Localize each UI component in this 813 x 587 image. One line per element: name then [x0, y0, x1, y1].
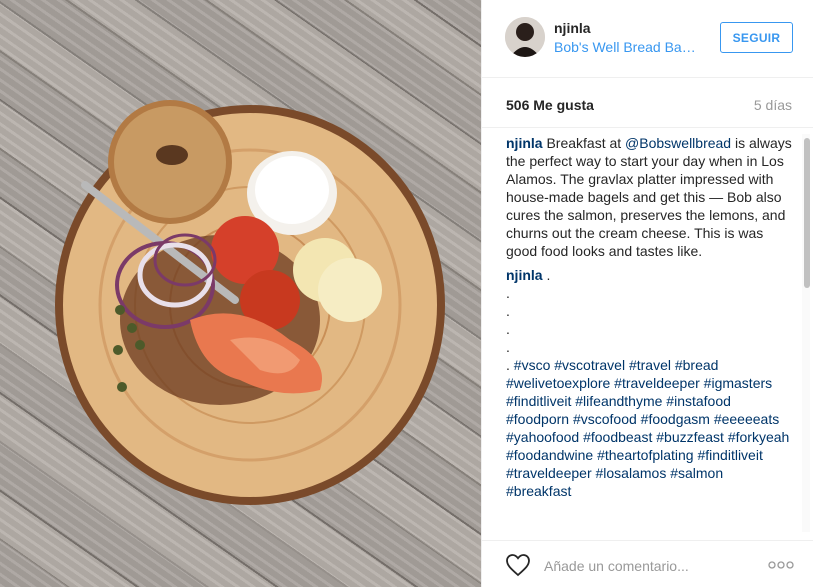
caption-text-before: Breakfast at [542, 135, 626, 151]
comment-username[interactable]: njinla [506, 267, 543, 283]
dot-line: . [506, 339, 510, 355]
hashtag-prefix: . [506, 357, 514, 373]
caption-username[interactable]: njinla [506, 135, 543, 151]
comment-first-line: . [542, 267, 551, 283]
heart-outline-icon[interactable] [505, 553, 531, 577]
post-location[interactable]: Bob's Well Bread Bakery [554, 39, 702, 55]
avatar-image [505, 17, 545, 57]
likes-count[interactable]: 506 Me gusta [506, 97, 594, 113]
comments-scrollbar-thumb[interactable] [804, 138, 810, 288]
post-photo[interactable] [0, 0, 481, 587]
hashtags[interactable]: #vsco #vscotravel #travel #bread #welive… [506, 357, 789, 499]
post-timestamp[interactable]: 5 días [754, 97, 792, 113]
dot-line: . [506, 303, 510, 319]
post-details-panel: njinla Bob's Well Bread Bakery SEGUIR 50… [481, 0, 813, 587]
add-comment-input[interactable] [544, 556, 754, 576]
breakfast-platter-image [55, 100, 445, 505]
post-username[interactable]: njinla [554, 20, 591, 36]
dot-line: . [506, 321, 510, 337]
avatar[interactable] [505, 17, 545, 57]
dot-line: . [506, 285, 510, 301]
caption-text-after: is always the perfect way to start your … [506, 135, 792, 259]
post-header: njinla Bob's Well Bread Bakery SEGUIR [482, 0, 813, 78]
follow-button[interactable]: SEGUIR [720, 22, 793, 53]
caption-mention[interactable]: @Bobswellbread [625, 135, 731, 151]
hashtag-comment: njinla . . . . . . #vsco #vscotravel #tr… [506, 266, 792, 500]
comment-footer [482, 540, 813, 587]
more-options-icon[interactable] [767, 555, 795, 575]
caption-comment: njinla Breakfast at @Bobswellbread is al… [506, 134, 792, 260]
post-stats: 506 Me gusta 5 días [482, 78, 813, 128]
comments-list[interactable]: njinla Breakfast at @Bobswellbread is al… [506, 134, 792, 532]
